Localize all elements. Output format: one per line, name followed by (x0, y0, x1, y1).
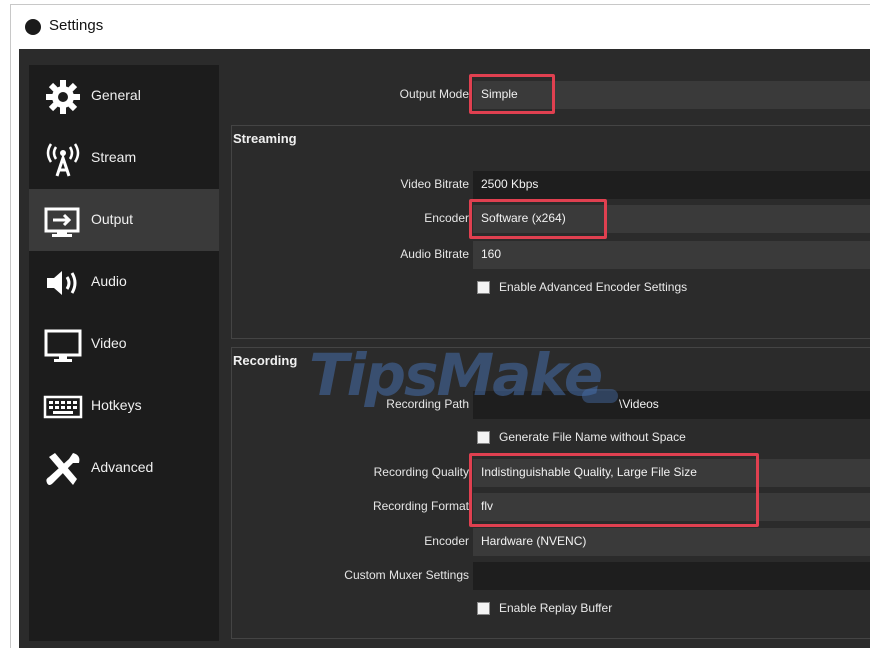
window-title: Settings (49, 17, 104, 34)
highlight-output-mode (469, 74, 555, 114)
video-bitrate-label: Video Bitrate (400, 177, 470, 191)
audio-bitrate-row: Audio Bitrate 160 (219, 241, 870, 269)
sidebar-item-label: Stream (91, 149, 137, 165)
sidebar-item-advanced[interactable]: Advanced (29, 437, 219, 499)
checkbox-box[interactable] (477, 281, 490, 294)
checkbox-box[interactable] (477, 602, 490, 615)
recording-encoder-row: Encoder Hardware (NVENC) (219, 528, 870, 556)
watermark-logo: TipsMake (309, 341, 603, 409)
speaker-icon (47, 271, 77, 295)
sidebar-item-hotkeys[interactable]: Hotkeys (29, 375, 219, 437)
output-mode-label: Output Mode (399, 87, 469, 101)
recording-heading: Recording (233, 353, 298, 368)
sidebar-item-label: Output (91, 211, 134, 227)
keyboard-icon (43, 395, 83, 419)
custom-muxer-input[interactable] (473, 562, 870, 590)
highlight-recording-quality-format (469, 453, 759, 527)
sidebar-item-audio[interactable]: Audio (29, 251, 219, 313)
sidebar-item-label: Audio (91, 273, 127, 289)
recording-encoder-select[interactable]: Hardware (NVENC) (473, 528, 870, 556)
monitor-icon (44, 329, 82, 362)
settings-window: Settings General Stream Output Audio Vid… (10, 4, 870, 648)
broadcast-antenna-icon (46, 143, 80, 177)
custom-muxer-label: Custom Muxer Settings (344, 568, 469, 582)
gear-icon (46, 80, 80, 114)
sidebar-item-label: Hotkeys (91, 397, 142, 413)
obs-logo-icon (25, 19, 41, 35)
highlight-stream-encoder (469, 199, 607, 239)
recording-format-label: Recording Format (372, 499, 469, 513)
watermark-dotcom (582, 389, 618, 403)
checkbox-box[interactable] (477, 431, 490, 444)
wrench-screwdriver-icon (46, 453, 80, 485)
recording-encoder-label: Encoder (424, 534, 469, 548)
audio-bitrate-label: Audio Bitrate (400, 247, 469, 261)
settings-sidebar: General Stream Output Audio Video Hotkey… (29, 65, 219, 641)
output-monitor-icon (44, 207, 80, 237)
sidebar-item-label: General (91, 87, 141, 103)
streaming-heading: Streaming (233, 131, 297, 146)
sidebar-item-general[interactable]: General (29, 65, 219, 127)
settings-body: General Stream Output Audio Video Hotkey… (19, 49, 870, 648)
title-bar: Settings (11, 5, 870, 49)
custom-muxer-row: Custom Muxer Settings (219, 562, 870, 590)
audio-bitrate-select[interactable]: 160 (473, 241, 870, 269)
checkbox-label: Enable Advanced Encoder Settings (499, 280, 688, 294)
sidebar-item-stream[interactable]: Stream (29, 127, 219, 189)
sidebar-item-label: Video (91, 335, 127, 351)
video-bitrate-input[interactable]: 2500 Kbps (473, 171, 870, 199)
video-bitrate-row: Video Bitrate 2500 Kbps (219, 171, 870, 199)
checkbox-label: Enable Replay Buffer (499, 601, 613, 615)
checkbox-label: Generate File Name without Space (499, 430, 686, 444)
recording-quality-label: Recording Quality (373, 465, 469, 479)
stream-encoder-label: Encoder (424, 211, 469, 225)
sidebar-item-video[interactable]: Video (29, 313, 219, 375)
sidebar-item-output[interactable]: Output (29, 189, 219, 251)
sidebar-item-label: Advanced (91, 459, 154, 475)
